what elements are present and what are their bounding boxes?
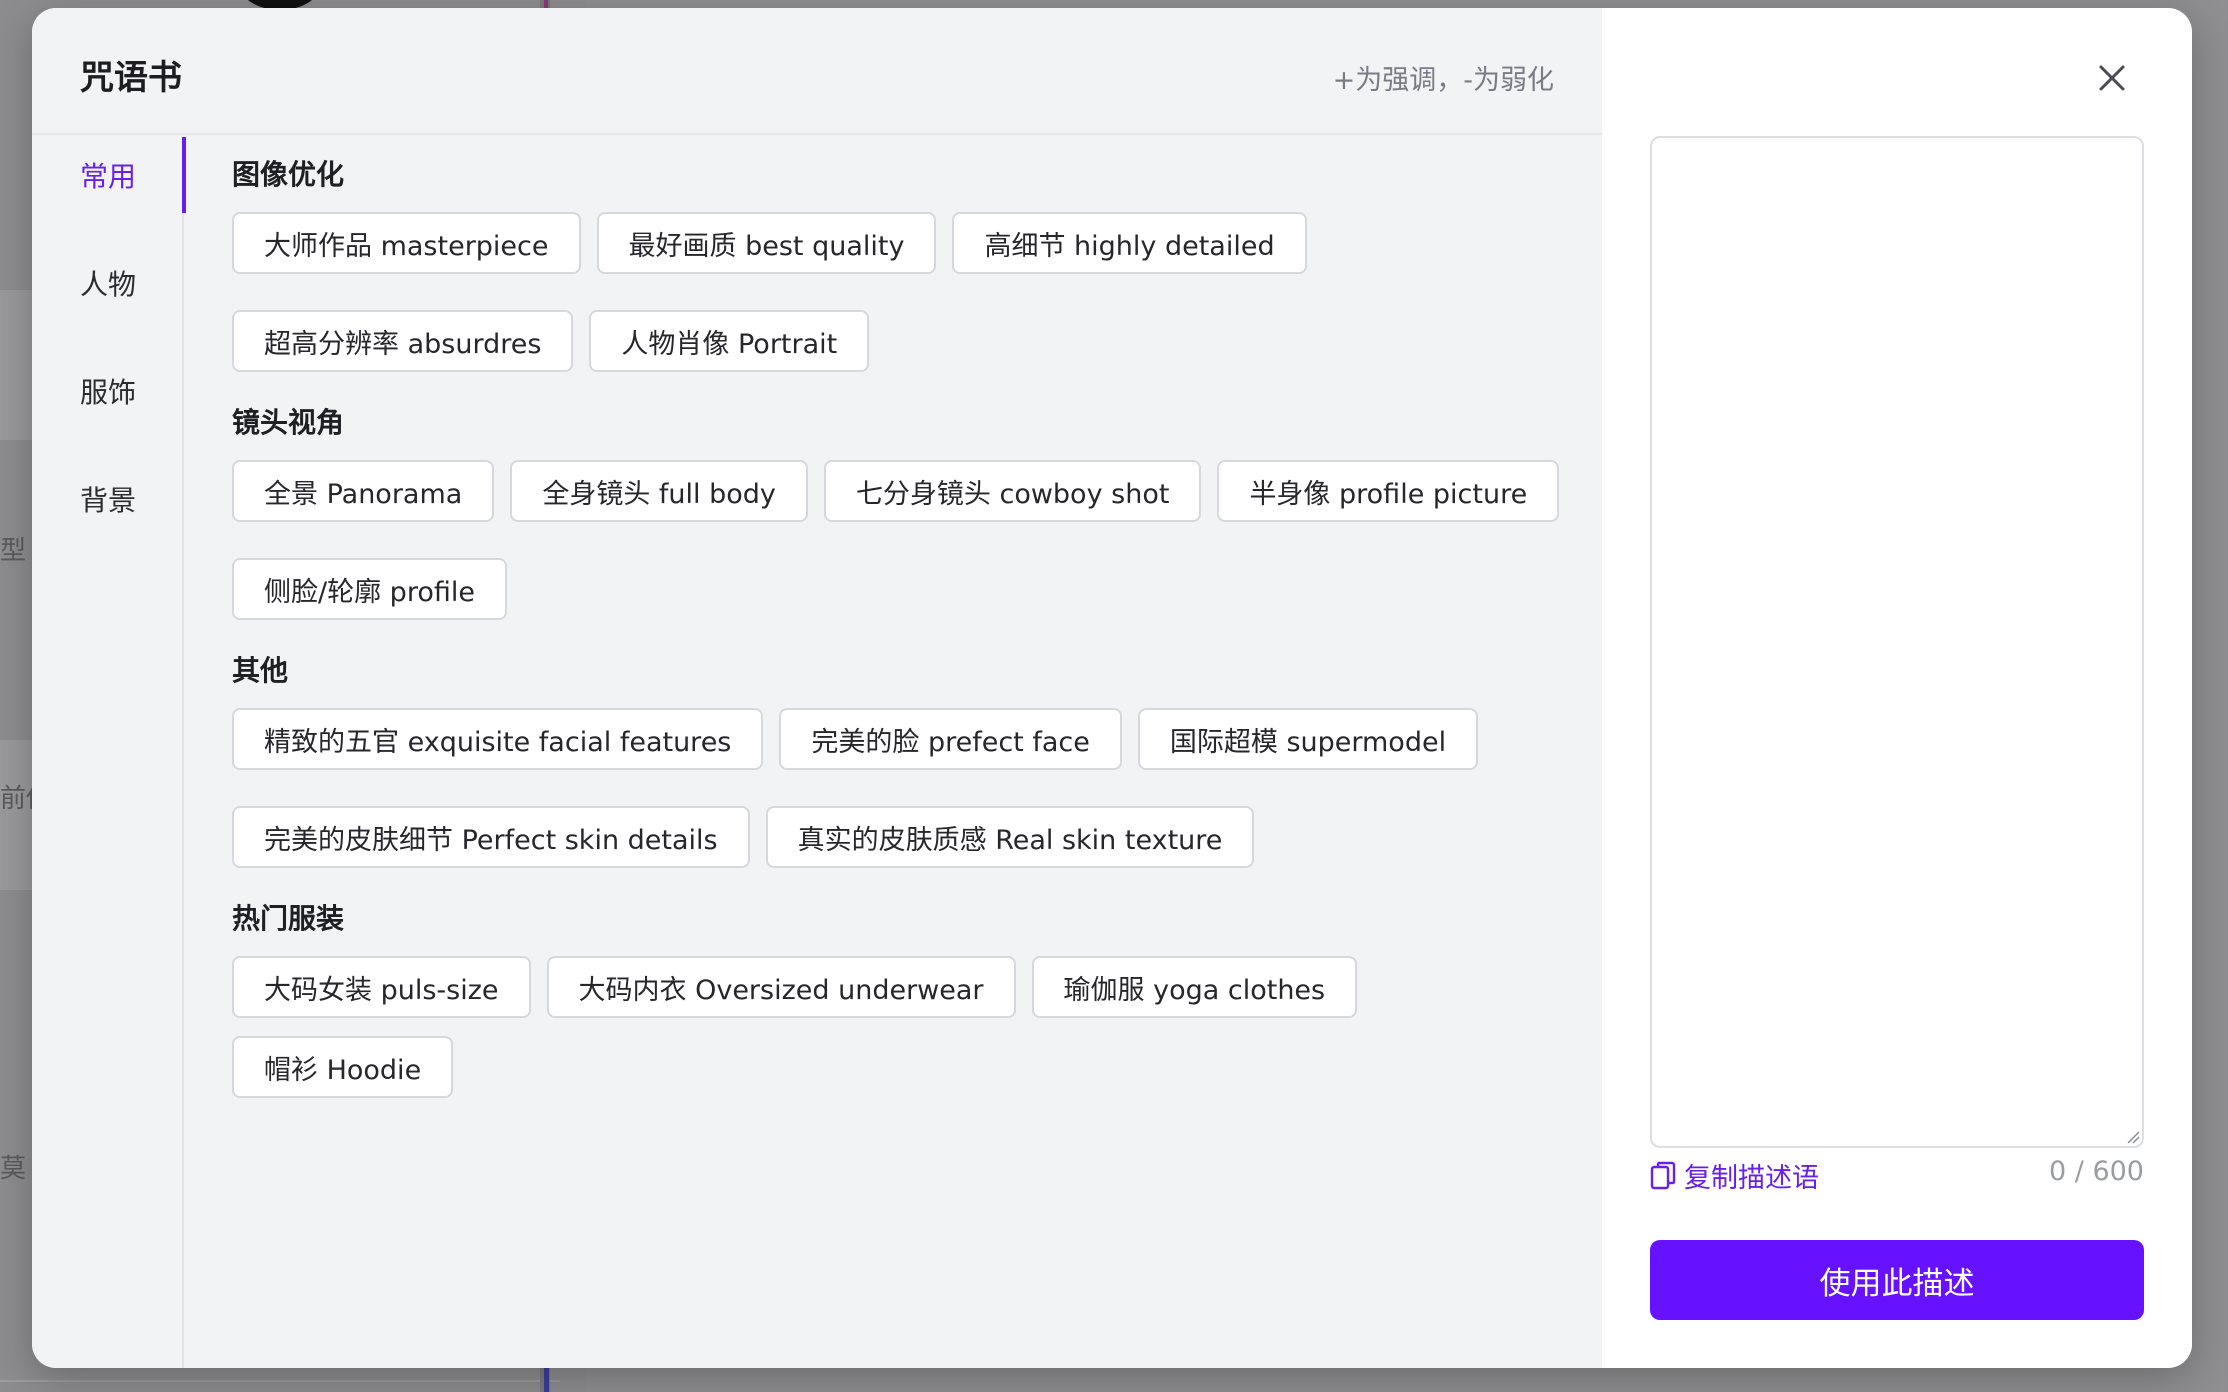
section-title: 其他 — [232, 654, 289, 687]
prompt-tag[interactable]: 超高分辨率 absurdres — [232, 310, 574, 372]
spellbook-modal: 咒语书 +为强调，-为弱化 常用 人物 服饰 背景 图像优化 大师作品 mast… — [32, 8, 2192, 1368]
modal-header: 咒语书 +为强调，-为弱化 — [32, 8, 1602, 135]
background-block — [0, 290, 32, 440]
prompt-tag[interactable]: 最好画质 best quality — [596, 212, 937, 274]
prompt-tag[interactable]: 帽衫 Hoodie — [232, 1036, 454, 1098]
prompt-tag[interactable]: 瑜伽服 yoga clothes — [1031, 956, 1358, 1018]
prompt-tag[interactable]: 半身像 profile picture — [1217, 460, 1560, 522]
category-sidebar: 常用 人物 服饰 背景 — [32, 137, 186, 1368]
prompt-tag[interactable]: 完美的脸 prefect face — [779, 708, 1122, 770]
resize-handle-icon[interactable] — [2126, 1130, 2140, 1144]
section-title: 镜头视角 — [232, 406, 345, 439]
sidebar-item-person[interactable]: 人物 — [32, 245, 184, 321]
background-text: 型 — [0, 536, 27, 566]
prompt-textarea[interactable] — [1650, 136, 2144, 1148]
tag-content: 图像优化 大师作品 masterpiece 最好画质 best quality … — [232, 154, 1592, 1128]
sidebar-item-label: 背景 — [80, 484, 137, 517]
prompt-tag[interactable]: 大师作品 masterpiece — [232, 212, 581, 274]
modal-main: 咒语书 +为强调，-为弱化 常用 人物 服饰 背景 图像优化 大师作品 mast… — [32, 8, 1602, 1368]
section-title: 热门服装 — [232, 902, 345, 935]
background-divider — [0, 1380, 560, 1382]
prompt-tag[interactable]: 精致的五官 exquisite facial features — [232, 708, 764, 770]
prompt-tag[interactable]: 真实的皮肤质感 Real skin texture — [765, 806, 1255, 868]
prompt-tag[interactable]: 高细节 highly detailed — [952, 212, 1307, 274]
active-indicator — [182, 137, 186, 213]
background-block — [0, 740, 32, 890]
section-title: 图像优化 — [232, 158, 345, 191]
modal-title: 咒语书 — [80, 58, 182, 98]
tag-group: 全景 Panorama 全身镜头 full body 七分身镜头 cowboy … — [232, 460, 1592, 620]
copy-prompt-label: 复制描述语 — [1684, 1163, 1819, 1194]
prompt-tag[interactable]: 全景 Panorama — [232, 460, 495, 522]
copy-icon — [1650, 1161, 1676, 1189]
sidebar-item-clothing[interactable]: 服饰 — [32, 353, 184, 429]
sidebar-item-label: 服饰 — [80, 376, 137, 409]
prompt-tag[interactable]: 人物肖像 Portrait — [589, 310, 870, 372]
close-icon-glyph — [2099, 65, 2125, 91]
sidebar-item-background[interactable]: 背景 — [32, 461, 184, 537]
sidebar-item-label: 常用 — [80, 160, 137, 193]
prompt-tag[interactable]: 大码女装 puls-size — [232, 956, 531, 1018]
sidebar-item-common[interactable]: 常用 — [32, 137, 186, 213]
prompt-editor-panel: 复制描述语 0 / 600 使用此描述 — [1602, 8, 2192, 1368]
prompt-tag[interactable]: 国际超模 supermodel — [1137, 708, 1479, 770]
tag-group: 大码女装 puls-size 大码内衣 Oversized underwear … — [232, 956, 1592, 1098]
prompt-tag[interactable]: 大码内衣 Oversized underwear — [546, 956, 1016, 1018]
tag-group: 精致的五官 exquisite facial features 完美的脸 pre… — [232, 708, 1592, 868]
prompt-tag[interactable]: 全身镜头 full body — [510, 460, 808, 522]
modal-hint: +为强调，-为弱化 — [1332, 65, 1554, 96]
prompt-tag[interactable]: 侧脸/轮廓 profile — [232, 558, 507, 620]
use-description-button[interactable]: 使用此描述 — [1650, 1240, 2144, 1320]
tag-group: 大师作品 masterpiece 最好画质 best quality 高细节 h… — [232, 212, 1592, 372]
prompt-tag[interactable]: 完美的皮肤细节 Perfect skin details — [232, 806, 750, 868]
close-icon[interactable] — [2096, 62, 2128, 94]
copy-prompt-button[interactable]: 复制描述语 — [1650, 1156, 1819, 1195]
prompt-tag[interactable]: 七分身镜头 cowboy shot — [823, 460, 1202, 522]
char-counter: 0 / 600 — [2049, 1156, 2144, 1187]
sidebar-item-label: 人物 — [80, 268, 137, 301]
